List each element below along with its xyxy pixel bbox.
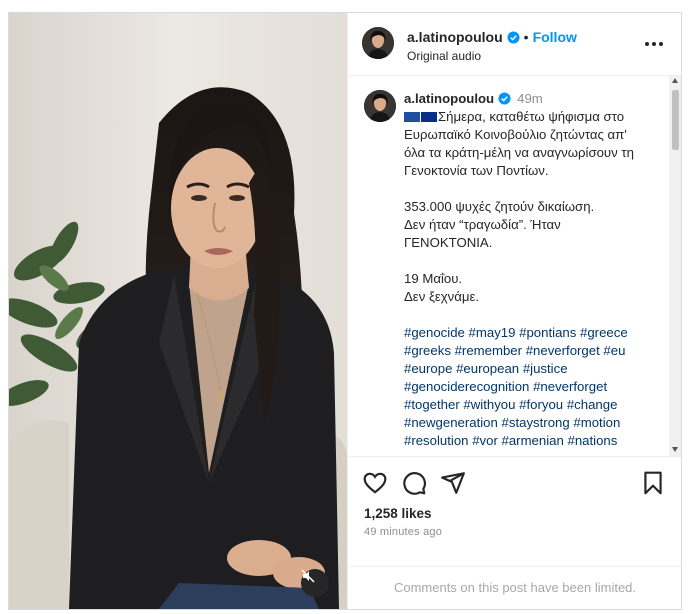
greece-flag-icon [404, 112, 420, 122]
header-user-line: a.latinopoulou • Follow [407, 29, 577, 45]
more-options-icon [645, 42, 649, 46]
post-side-panel: a.latinopoulou • Follow Original audio a.l… [347, 13, 681, 609]
hashtag-link[interactable]: #newgeneration [404, 415, 498, 430]
profile-photo [364, 90, 396, 122]
post-caption: a.latinopoulou 49m Σήμερα, καταθέτω ψήφισ… [404, 90, 644, 450]
original-audio-link[interactable]: Original audio [407, 49, 481, 63]
caption-text: 353.000 ψυχές ζητούν δικαίωση. [404, 199, 595, 214]
header-separator: • [523, 29, 529, 45]
hashtag-link[interactable]: #genociderecognition [404, 379, 529, 394]
header-username[interactable]: a.latinopoulou [407, 29, 503, 45]
hashtag-link[interactable]: #may19 [469, 325, 516, 340]
caption-avatar[interactable] [364, 90, 396, 122]
hashtag-link[interactable]: #vor [472, 433, 498, 448]
caption-scrollbar[interactable] [669, 76, 681, 456]
heart-icon[interactable] [362, 470, 388, 496]
bookmark-icon[interactable] [640, 470, 666, 496]
post-video[interactable] [9, 13, 347, 609]
post-dialog: a.latinopoulou • Follow Original audio a.l… [8, 12, 682, 610]
verified-badge-icon [498, 92, 511, 105]
share-icon[interactable] [440, 470, 466, 496]
comment-icon[interactable] [401, 470, 427, 496]
post-actions: 1,258 likes 49 minutes ago [348, 456, 681, 567]
caption-text: Δεν ξεχνάμε. [404, 289, 480, 304]
verified-badge-icon [507, 31, 520, 44]
hashtag-link[interactable]: #greece [580, 325, 628, 340]
caption-text: 19 Μαΐου. [404, 271, 463, 286]
hashtag-link[interactable]: #neverforget [526, 343, 600, 358]
video-frame-illustration [9, 13, 347, 609]
hashtag-link[interactable]: #withyou [463, 397, 515, 412]
hashtag-link[interactable]: #resolution [404, 433, 469, 448]
muted-speaker-icon [301, 569, 315, 583]
caption-text: Δεν ήταν “τραγωδία”. Ήταν ΓΕΝΟΚΤΟΝΙΑ. [404, 217, 561, 250]
post-timestamp[interactable]: 49 minutes ago [364, 526, 442, 538]
post-header: a.latinopoulou • Follow Original audio [348, 13, 681, 76]
hashtag-link[interactable]: #genocide [404, 325, 465, 340]
hashtag-link[interactable]: #eu [603, 343, 625, 358]
eu-flag-icon [421, 112, 437, 122]
hashtag-list: #genocide #may19 #pontians #greece #gree… [404, 324, 644, 450]
scrollbar-thumb[interactable] [672, 90, 679, 150]
like-count[interactable]: 1,258 likes [364, 506, 432, 521]
hashtag-link[interactable]: #neverforget [533, 379, 607, 394]
follow-button[interactable]: Follow [533, 29, 577, 45]
more-options-icon-dot [652, 42, 656, 46]
hashtag-link[interactable]: #foryou [519, 397, 563, 412]
profile-photo [362, 27, 394, 59]
caption-username[interactable]: a.latinopoulou [404, 91, 494, 106]
hashtag-link[interactable]: #nations [568, 433, 618, 448]
more-options-button[interactable] [644, 34, 664, 54]
hashtag-link[interactable]: #european [456, 361, 519, 376]
caption-scroll-area[interactable]: a.latinopoulou 49m Σήμερα, καταθέτω ψήφισ… [348, 76, 668, 456]
more-options-icon-dot [659, 42, 663, 46]
hashtag-link[interactable]: #justice [523, 361, 568, 376]
hashtag-link[interactable]: #greeks [404, 343, 451, 358]
comments-limited-notice: Comments on this post have been limited. [348, 566, 681, 609]
caption-text: Σήμερα, καταθέτω ψήφισμα στο Ευρωπαϊκό Κ… [404, 109, 634, 178]
avatar[interactable] [362, 27, 394, 59]
hashtag-link[interactable]: #together [404, 397, 460, 412]
scroll-up-arrow-icon[interactable] [672, 78, 678, 83]
hashtag-link[interactable]: #change [567, 397, 618, 412]
mute-button[interactable] [301, 569, 329, 597]
hashtag-link[interactable]: #motion [573, 415, 620, 430]
hashtag-link[interactable]: #remember [455, 343, 522, 358]
hashtag-link[interactable]: #pontians [519, 325, 576, 340]
hashtag-link[interactable]: #europe [404, 361, 452, 376]
caption-time[interactable]: 49m [517, 91, 543, 106]
hashtag-link[interactable]: #armenian [502, 433, 564, 448]
scroll-down-arrow-icon[interactable] [672, 447, 678, 452]
hashtag-link[interactable]: #staystrong [502, 415, 570, 430]
